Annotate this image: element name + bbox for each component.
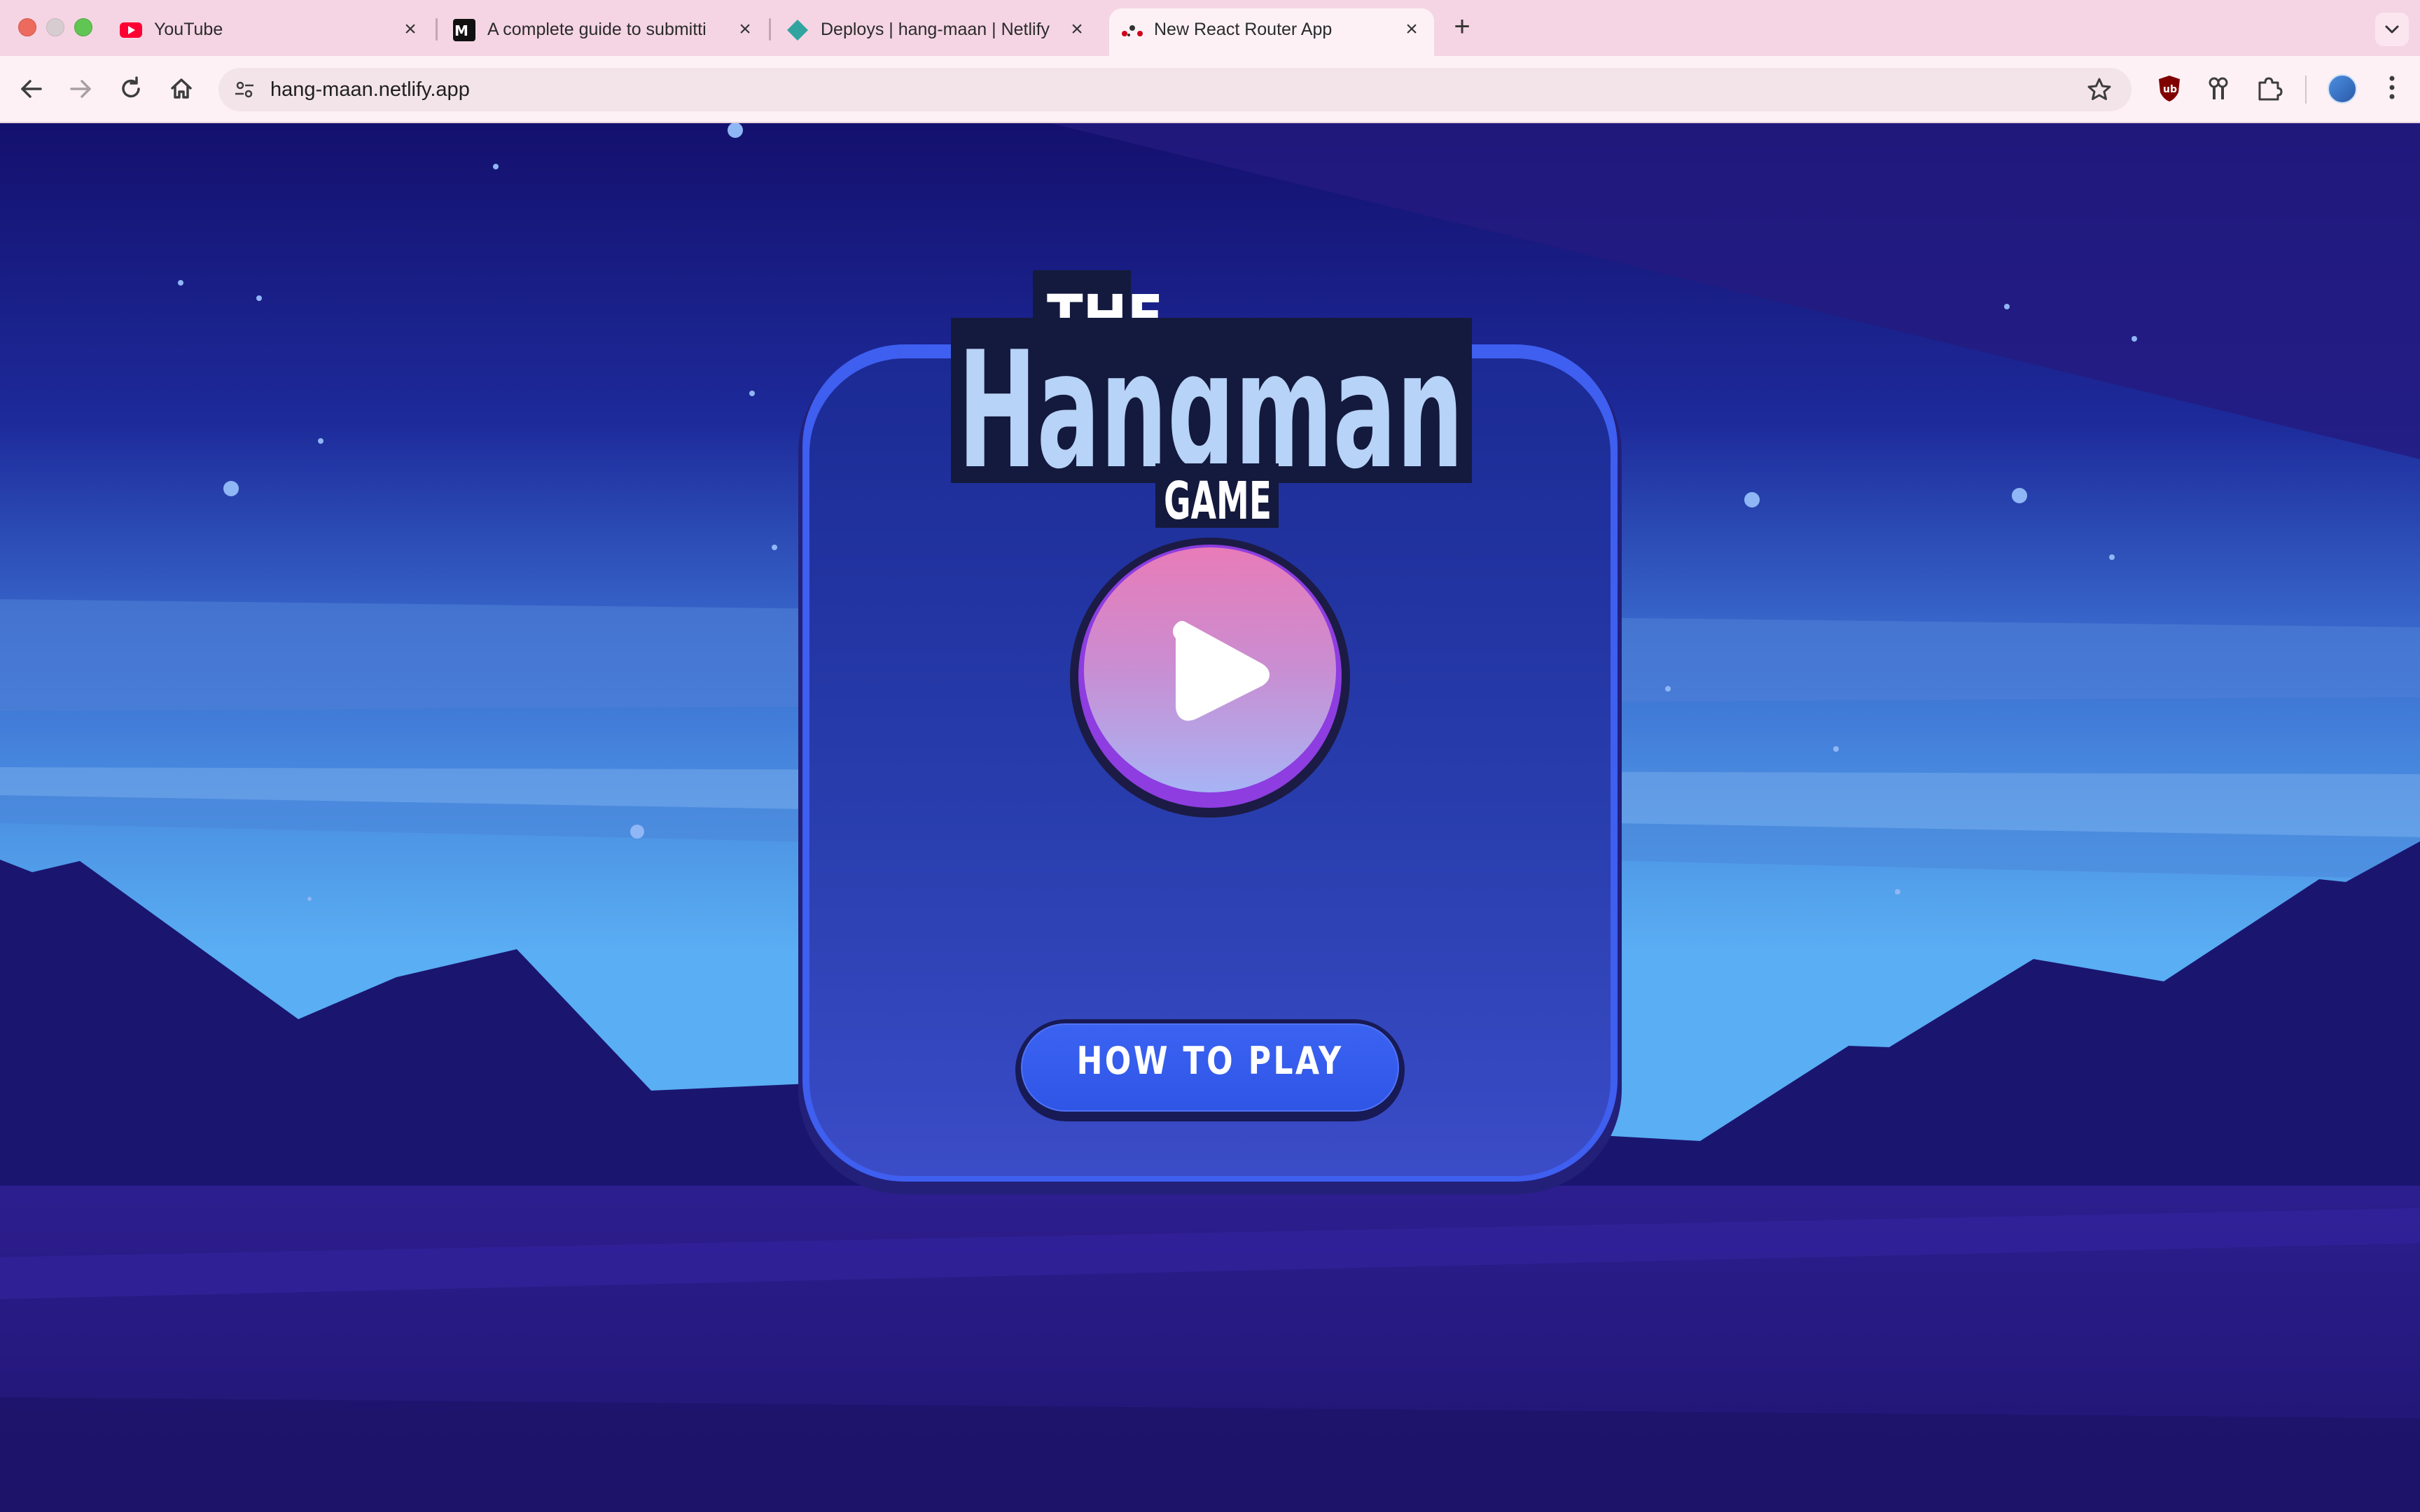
tab-react-router-app[interactable]: New React Router App × [1109, 8, 1434, 56]
bookmark-star-icon[interactable] [2085, 74, 2113, 106]
tab-separator [436, 18, 438, 41]
chevron-down-icon [2385, 25, 2399, 34]
close-tab-icon[interactable]: × [1064, 17, 1090, 42]
puzzle-icon[interactable] [2253, 73, 2284, 104]
tab-title: YouTube [154, 20, 223, 39]
tab-title: A complete guide to submitti [487, 20, 707, 39]
netlify-icon [787, 20, 808, 41]
new-tab-button[interactable]: + [1448, 13, 1476, 41]
play-icon [1173, 621, 1270, 721]
tab-medium-guide[interactable]: M A complete guide to submitti × [452, 8, 760, 56]
browser-toolbar: hang-maan.netlify.app ub [0, 56, 2420, 123]
youtube-icon [120, 22, 142, 38]
svg-text:M: M [454, 22, 468, 39]
how-to-play-button[interactable]: HOW TO PLAY [1015, 1019, 1405, 1121]
window-close-button[interactable] [18, 18, 36, 36]
tab-strip: YouTube × M A complete guide to submitti… [0, 0, 2420, 56]
tab-search-button[interactable] [2375, 13, 2409, 46]
reload-icon[interactable] [113, 71, 148, 106]
extension-key-icon[interactable] [2203, 73, 2234, 104]
home-icon[interactable] [164, 71, 199, 106]
svg-text:ub: ub [2163, 84, 2177, 95]
tab-youtube[interactable]: YouTube × [119, 8, 427, 56]
toolbar-divider [2305, 76, 2307, 104]
close-tab-icon[interactable]: × [1399, 17, 1424, 42]
more-menu-icon[interactable] [2379, 70, 2405, 105]
ublock-icon[interactable]: ub [2154, 73, 2185, 104]
forward-arrow-icon[interactable] [63, 71, 98, 106]
avatar[interactable] [2328, 74, 2357, 104]
react-router-icon [1122, 25, 1143, 36]
site-settings-icon[interactable] [232, 78, 256, 102]
url-text: hang-maan.netlify.app [270, 78, 470, 101]
tab-netlify-deploys[interactable]: Deploys | hang-maan | Netlify × [786, 8, 1094, 56]
back-arrow-icon[interactable] [14, 71, 49, 106]
tab-separator [769, 18, 771, 41]
how-to-play-label: HOW TO PLAY [1076, 1039, 1344, 1083]
tab-title: Deploys | hang-maan | Netlify [821, 20, 1050, 39]
close-tab-icon[interactable]: × [398, 17, 423, 42]
window-minimize-button[interactable] [46, 18, 64, 36]
close-tab-icon[interactable]: × [732, 17, 758, 42]
address-bar[interactable]: hang-maan.netlify.app [218, 68, 2132, 111]
logo-game: GAME [1164, 471, 1272, 531]
game-page: THE Hangman Hangman GAME HOW TO PLAY [0, 123, 2420, 1512]
hangman-logo: THE Hangman Hangman GAME [951, 270, 1472, 531]
medium-icon: M [453, 19, 475, 41]
play-button[interactable] [1070, 538, 1350, 818]
tab-title: New React Router App [1154, 20, 1333, 39]
window-maximize-button[interactable] [74, 18, 92, 36]
